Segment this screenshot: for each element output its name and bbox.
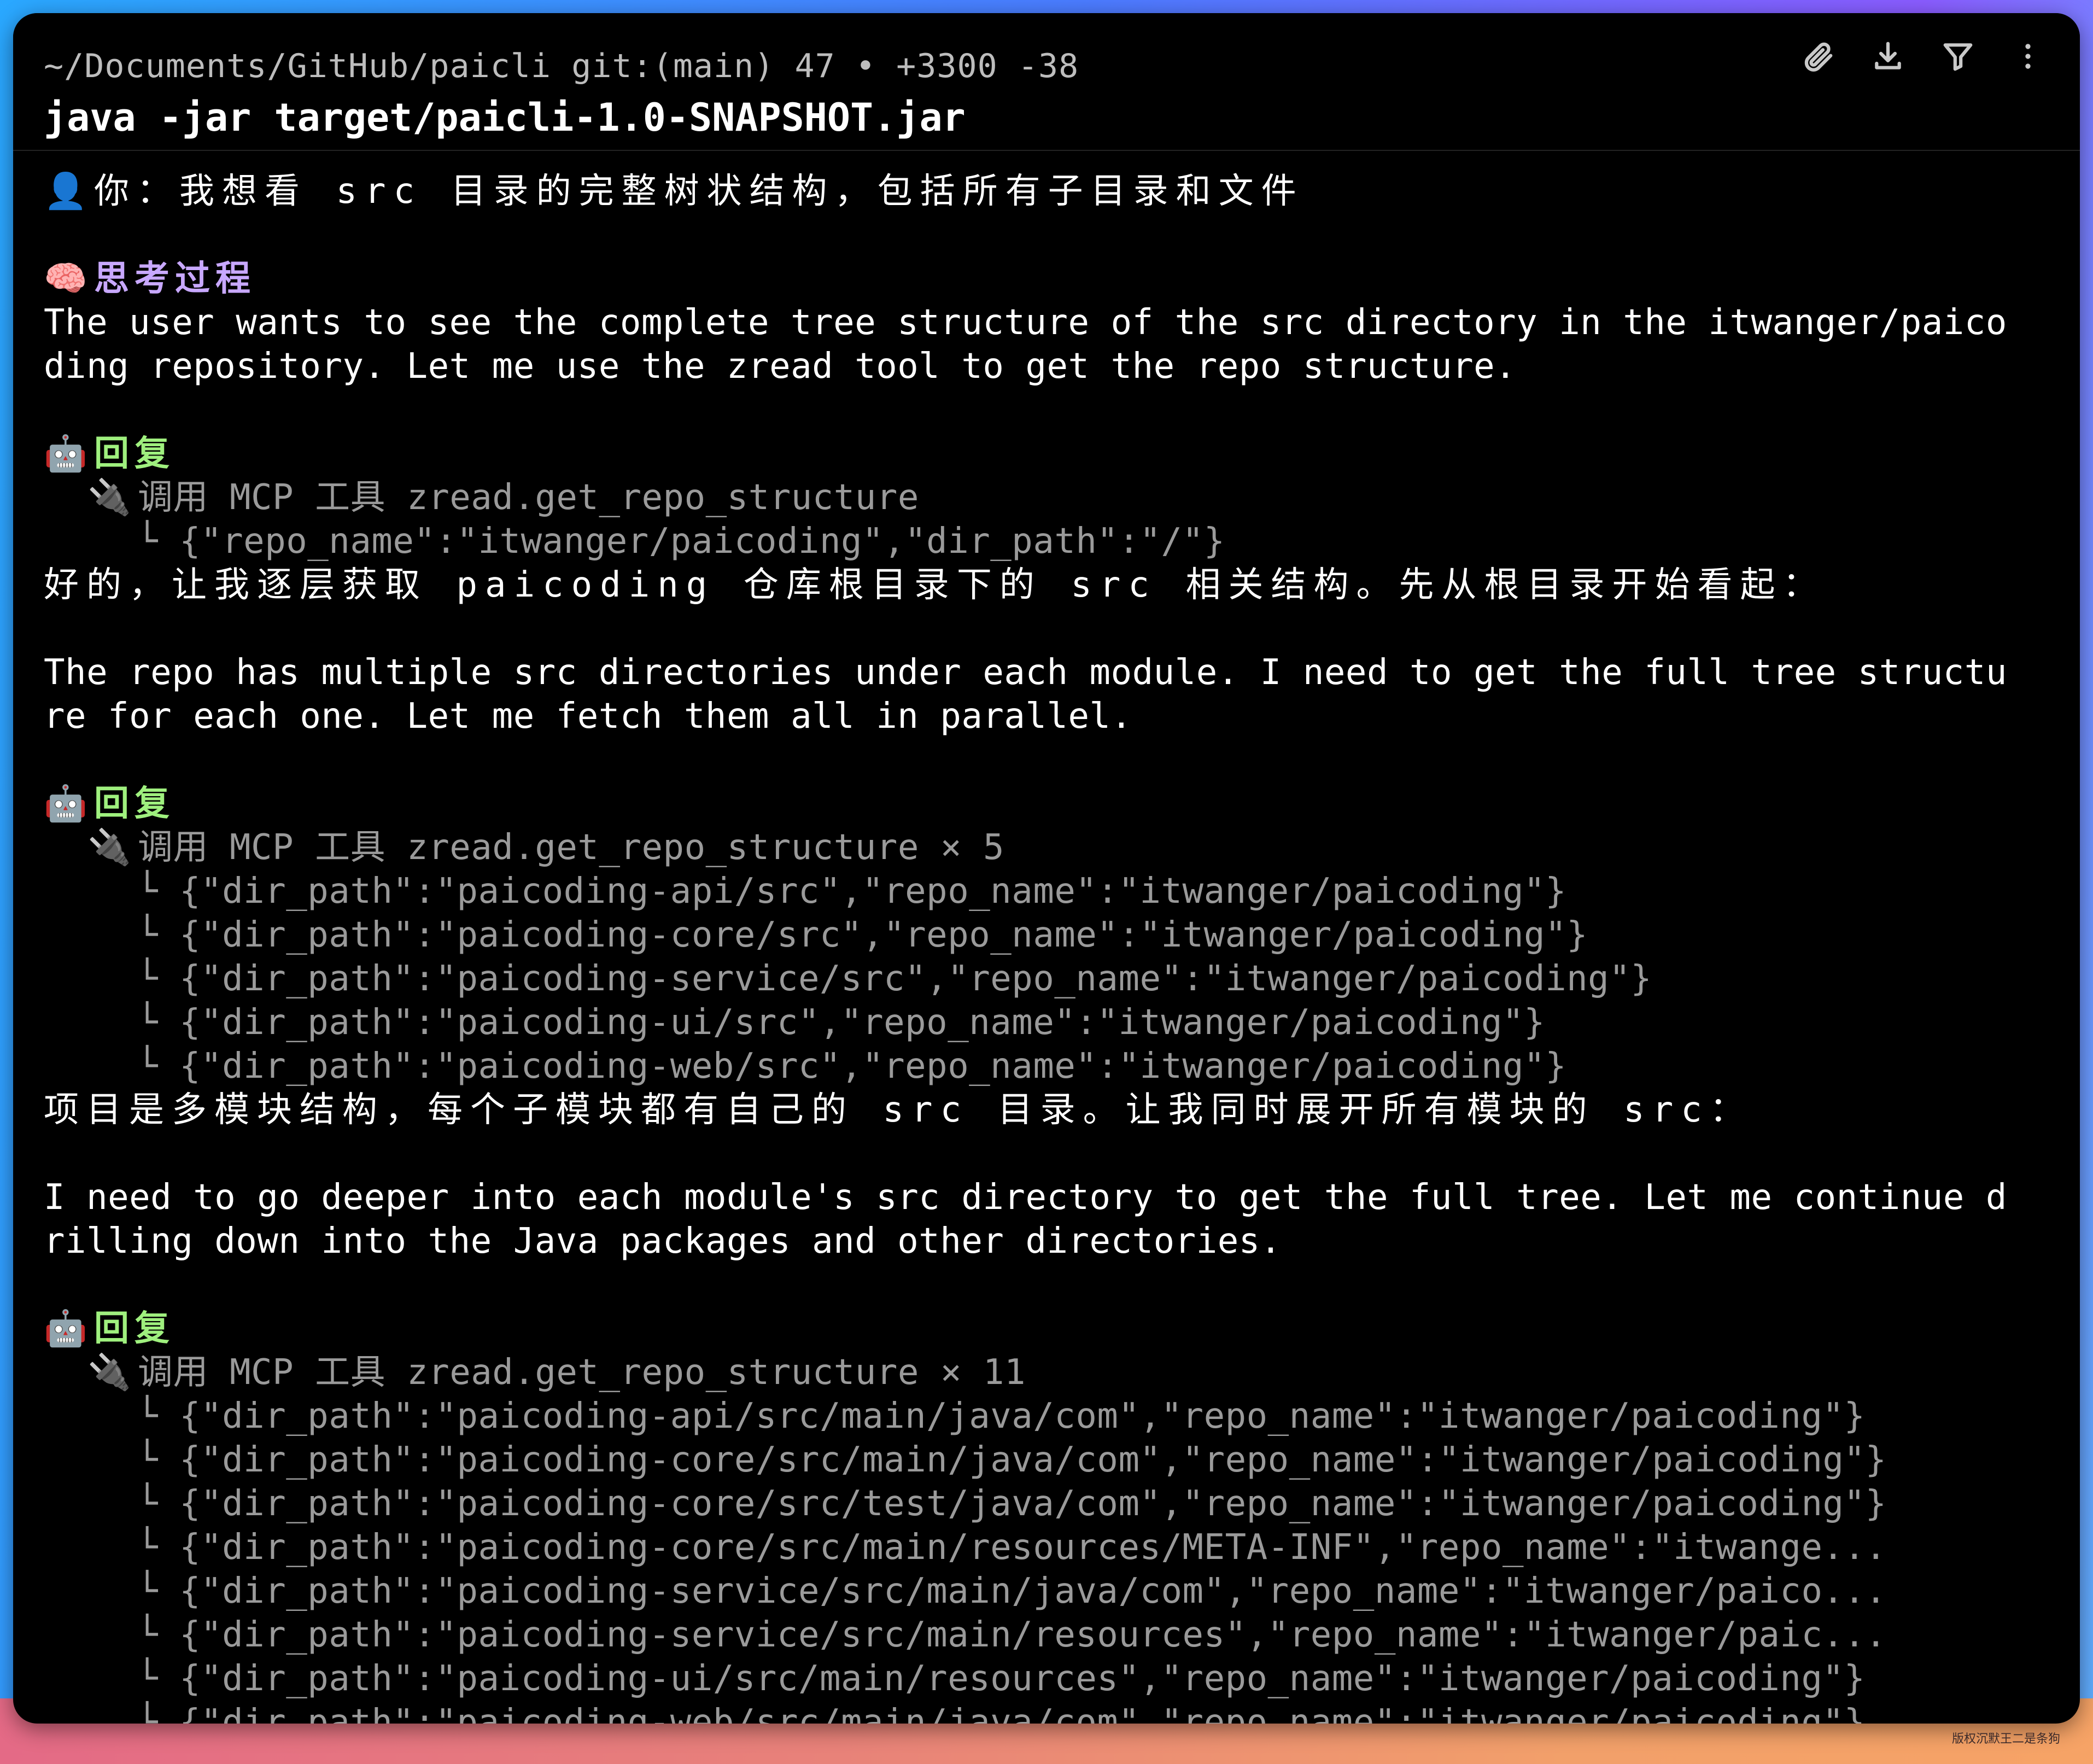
reply-heading: 🤖 回复 xyxy=(44,432,2058,476)
scrolled-off-line: ▀▀ ▀▀▀▀▀ ▀▀▀▀▀ ▀▀▀ ▀ ▀▀▀ ▀▀▀ ▀ ▀▀▀▀▀ ▀▀▀… xyxy=(44,150,2058,170)
tool-arg-line: └ {"dir_path":"paicoding-ui/src","repo_n… xyxy=(137,1002,1546,1043)
header-toolbar xyxy=(1799,37,2047,75)
tool-call-line: 🔌 调用 MCP 工具 zread.get_repo_structure × 11 xyxy=(44,1351,2058,1394)
brain-icon: 🧠 xyxy=(44,259,88,299)
tool-arg-line: └ {"dir_path":"paicoding-core/src/main/j… xyxy=(137,1440,1887,1480)
terminal-output[interactable]: ▀▀ ▀▀▀▀▀ ▀▀▀▀▀ ▀▀▀ ▀ ▀▀▀ ▀▀▀ ▀ ▀▀▀▀▀ ▀▀▀… xyxy=(44,150,2058,1724)
tool-call-line: 🔌 调用 MCP 工具 zread.get_repo_structure × 5 xyxy=(44,826,2058,869)
user-message: 👤你：我想看 src 目录的完整树状结构，包括所有子目录和文件 xyxy=(44,170,2058,213)
thinking-line: The user wants to see the complete tree … xyxy=(44,302,2007,343)
plug-icon: 🔌 xyxy=(87,827,132,868)
reply-text-en: The repo has multiple src directories un… xyxy=(44,652,2007,693)
watermark: 版权沉默王二是条狗 xyxy=(1951,1732,2060,1746)
reply-text-en: re for each one. Let me fetch them all i… xyxy=(44,696,1132,737)
thinking-heading: 🧠 思考过程 xyxy=(44,257,2058,301)
tool-call-text: 调用 MCP 工具 zread.get_repo_structure × 5 xyxy=(138,827,1005,868)
plug-icon: 🔌 xyxy=(87,477,132,518)
reply-heading: 🤖 回复 xyxy=(44,1307,2058,1351)
thinking-title: 思考过程 xyxy=(94,259,256,299)
reply-text-cn: 好的，让我逐层获取 paicoding 仓库根目录下的 src 相关结构。先从根… xyxy=(44,565,1826,605)
tool-arg-line: └ {"dir_path":"paicoding-core/src","repo… xyxy=(137,915,1588,955)
tool-call-text: 调用 MCP 工具 zread.get_repo_structure × 11 xyxy=(138,1352,1026,1393)
robot-icon: 🤖 xyxy=(44,1309,88,1349)
reply-heading: 🤖 回复 xyxy=(44,782,2058,826)
reply-text-en: rilling down into the Java packages and … xyxy=(44,1221,1282,1261)
tool-arg-line: └ {"dir_path":"paicoding-core/src/main/r… xyxy=(137,1527,1887,1568)
terminal-header: ~/Documents/GitHub/paicli git:(main) 47 … xyxy=(13,13,2080,151)
tool-arg-line: └ {"dir_path":"paicoding-ui/src/main/res… xyxy=(137,1658,1866,1699)
reply-text-en: I need to go deeper into each module's s… xyxy=(44,1177,2007,1218)
tool-arg-line: └ {"dir_path":"paicoding-api/src/main/ja… xyxy=(137,1396,1866,1436)
tool-call-line: 🔌 调用 MCP 工具 zread.get_repo_structure xyxy=(44,476,2058,519)
robot-icon: 🤖 xyxy=(44,434,88,474)
tool-arg-line: └ {"dir_path":"paicoding-core/src/test/j… xyxy=(137,1483,1887,1524)
tool-arg-line: └ {"repo_name":"itwanger/paicoding","dir… xyxy=(137,521,1225,562)
paperclip-icon xyxy=(1804,42,1833,72)
filter-button[interactable] xyxy=(1939,37,1977,75)
reply-title: 回复 xyxy=(94,784,175,824)
working-directory-prompt: ~/Documents/GitHub/paicli git:(main) 47 … xyxy=(44,47,1079,85)
filter-icon xyxy=(1943,43,1973,71)
tool-arg-line: └ {"dir_path":"paicoding-web/src","repo_… xyxy=(137,1046,1567,1087)
command-line: java -jar target/paicli-1.0-SNAPSHOT.jar xyxy=(44,95,966,140)
reply-text-cn: 项目是多模块结构，每个子模块都有自己的 src 目录。让我同时展开所有模块的 s… xyxy=(44,1090,1752,1130)
user-silhouette-icon: 👤 xyxy=(44,171,95,212)
reply-title: 回复 xyxy=(94,1309,175,1349)
plug-icon: 🔌 xyxy=(87,1352,132,1393)
download-icon xyxy=(1875,42,1901,69)
tool-arg-line: └ {"dir_path":"paicoding-service/src/mai… xyxy=(137,1571,1887,1611)
attach-button[interactable] xyxy=(1799,37,1837,75)
tool-call-text: 调用 MCP 工具 zread.get_repo_structure xyxy=(138,477,919,518)
more-vertical-icon xyxy=(2025,44,2031,69)
tool-arg-line: └ {"dir_path":"paicoding-service/src","r… xyxy=(137,959,1652,999)
tool-arg-line: └ {"dir_path":"paicoding-api/src","repo_… xyxy=(137,871,1567,912)
more-menu-button[interactable] xyxy=(2009,37,2047,75)
tool-arg-line: └ {"dir_path":"paicoding-web/src/main/ja… xyxy=(137,1702,1866,1724)
tool-arg-line: └ {"dir_path":"paicoding-service/src/mai… xyxy=(137,1615,1887,1655)
download-button[interactable] xyxy=(1869,37,1907,75)
robot-icon: 🤖 xyxy=(44,784,88,824)
terminal-window: ~/Documents/GitHub/paicli git:(main) 47 … xyxy=(13,13,2080,1724)
thinking-line: ding repository. Let me use the zread to… xyxy=(44,346,1517,387)
user-prompt-text: 你：我想看 src 目录的完整树状结构，包括所有子目录和文件 xyxy=(94,171,1304,212)
reply-title: 回复 xyxy=(94,434,175,474)
